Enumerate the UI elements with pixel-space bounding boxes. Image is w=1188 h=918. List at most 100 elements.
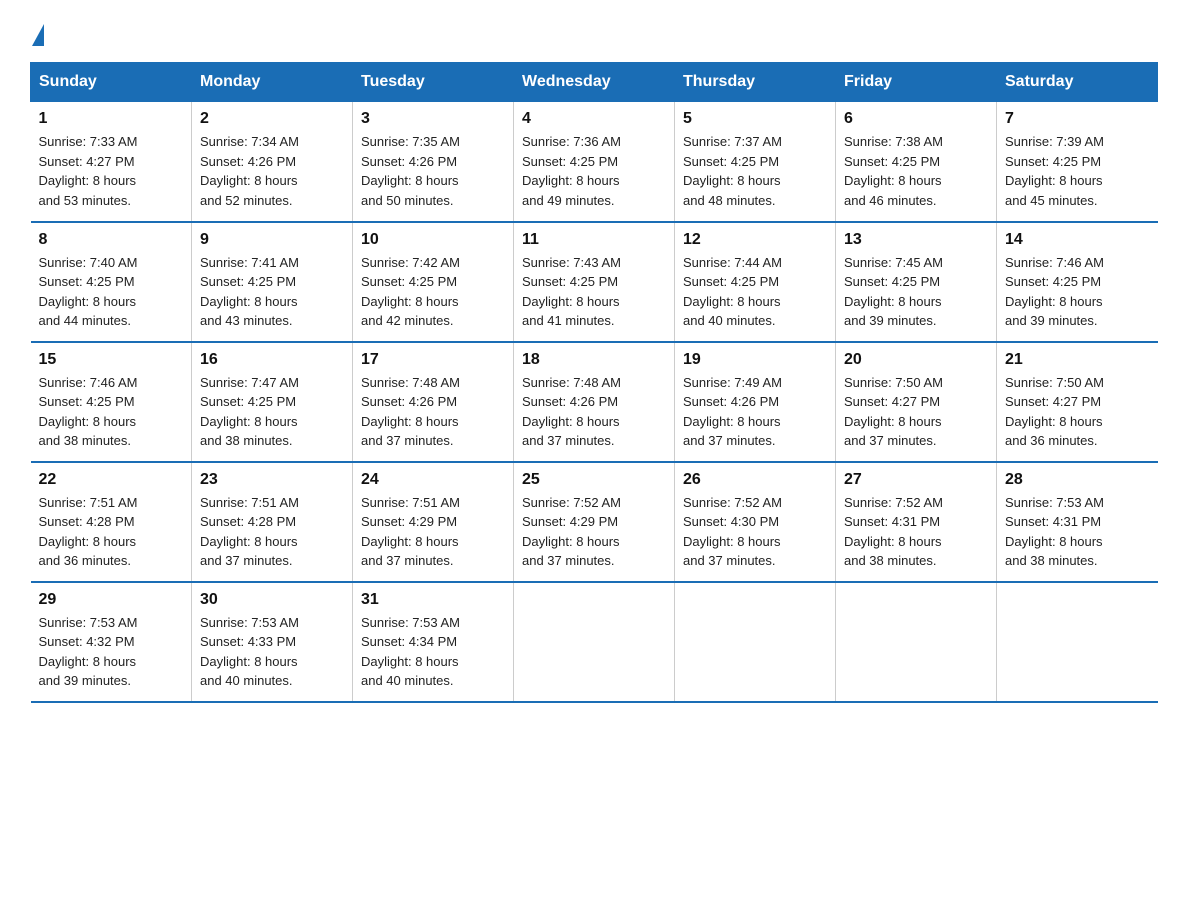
day-info: Sunrise: 7:46 AM Sunset: 4:25 PM Dayligh… [39, 373, 184, 451]
day-number: 19 [683, 351, 827, 369]
day-number: 13 [844, 231, 988, 249]
calendar-cell: 5 Sunrise: 7:37 AM Sunset: 4:25 PM Dayli… [675, 102, 836, 222]
day-info: Sunrise: 7:48 AM Sunset: 4:26 PM Dayligh… [522, 373, 666, 451]
calendar-cell: 22 Sunrise: 7:51 AM Sunset: 4:28 PM Dayl… [31, 462, 192, 582]
day-info: Sunrise: 7:46 AM Sunset: 4:25 PM Dayligh… [1005, 253, 1150, 331]
day-number: 27 [844, 471, 988, 489]
calendar-cell: 23 Sunrise: 7:51 AM Sunset: 4:28 PM Dayl… [192, 462, 353, 582]
calendar-cell [675, 582, 836, 702]
day-number: 28 [1005, 471, 1150, 489]
day-info: Sunrise: 7:34 AM Sunset: 4:26 PM Dayligh… [200, 132, 344, 210]
day-info: Sunrise: 7:53 AM Sunset: 4:31 PM Dayligh… [1005, 493, 1150, 571]
calendar-cell: 17 Sunrise: 7:48 AM Sunset: 4:26 PM Dayl… [353, 342, 514, 462]
calendar-cell: 26 Sunrise: 7:52 AM Sunset: 4:30 PM Dayl… [675, 462, 836, 582]
calendar-cell: 2 Sunrise: 7:34 AM Sunset: 4:26 PM Dayli… [192, 102, 353, 222]
calendar-cell: 6 Sunrise: 7:38 AM Sunset: 4:25 PM Dayli… [836, 102, 997, 222]
day-info: Sunrise: 7:38 AM Sunset: 4:25 PM Dayligh… [844, 132, 988, 210]
calendar-cell: 24 Sunrise: 7:51 AM Sunset: 4:29 PM Dayl… [353, 462, 514, 582]
weekday-header-thursday: Thursday [675, 63, 836, 102]
day-info: Sunrise: 7:50 AM Sunset: 4:27 PM Dayligh… [844, 373, 988, 451]
day-number: 20 [844, 351, 988, 369]
calendar-week-row: 15 Sunrise: 7:46 AM Sunset: 4:25 PM Dayl… [31, 342, 1158, 462]
day-number: 9 [200, 231, 344, 249]
calendar-cell: 29 Sunrise: 7:53 AM Sunset: 4:32 PM Dayl… [31, 582, 192, 702]
calendar-cell: 1 Sunrise: 7:33 AM Sunset: 4:27 PM Dayli… [31, 102, 192, 222]
calendar-cell: 31 Sunrise: 7:53 AM Sunset: 4:34 PM Dayl… [353, 582, 514, 702]
day-number: 15 [39, 351, 184, 369]
calendar-cell: 3 Sunrise: 7:35 AM Sunset: 4:26 PM Dayli… [353, 102, 514, 222]
day-number: 26 [683, 471, 827, 489]
calendar-cell: 8 Sunrise: 7:40 AM Sunset: 4:25 PM Dayli… [31, 222, 192, 342]
calendar-table: SundayMondayTuesdayWednesdayThursdayFrid… [30, 62, 1158, 703]
calendar-week-row: 29 Sunrise: 7:53 AM Sunset: 4:32 PM Dayl… [31, 582, 1158, 702]
calendar-cell: 15 Sunrise: 7:46 AM Sunset: 4:25 PM Dayl… [31, 342, 192, 462]
weekday-header-tuesday: Tuesday [353, 63, 514, 102]
calendar-cell: 13 Sunrise: 7:45 AM Sunset: 4:25 PM Dayl… [836, 222, 997, 342]
day-number: 21 [1005, 351, 1150, 369]
day-number: 3 [361, 110, 505, 128]
day-number: 30 [200, 591, 344, 609]
calendar-cell: 25 Sunrise: 7:52 AM Sunset: 4:29 PM Dayl… [514, 462, 675, 582]
logo [30, 20, 44, 42]
day-info: Sunrise: 7:43 AM Sunset: 4:25 PM Dayligh… [522, 253, 666, 331]
weekday-header-row: SundayMondayTuesdayWednesdayThursdayFrid… [31, 63, 1158, 102]
weekday-header-saturday: Saturday [997, 63, 1158, 102]
day-info: Sunrise: 7:44 AM Sunset: 4:25 PM Dayligh… [683, 253, 827, 331]
day-info: Sunrise: 7:51 AM Sunset: 4:28 PM Dayligh… [200, 493, 344, 571]
weekday-header-wednesday: Wednesday [514, 63, 675, 102]
calendar-cell: 18 Sunrise: 7:48 AM Sunset: 4:26 PM Dayl… [514, 342, 675, 462]
day-number: 14 [1005, 231, 1150, 249]
calendar-cell: 28 Sunrise: 7:53 AM Sunset: 4:31 PM Dayl… [997, 462, 1158, 582]
calendar-cell: 30 Sunrise: 7:53 AM Sunset: 4:33 PM Dayl… [192, 582, 353, 702]
day-number: 8 [39, 231, 184, 249]
day-info: Sunrise: 7:40 AM Sunset: 4:25 PM Dayligh… [39, 253, 184, 331]
day-info: Sunrise: 7:52 AM Sunset: 4:29 PM Dayligh… [522, 493, 666, 571]
day-number: 29 [39, 591, 184, 609]
day-info: Sunrise: 7:51 AM Sunset: 4:28 PM Dayligh… [39, 493, 184, 571]
calendar-week-row: 8 Sunrise: 7:40 AM Sunset: 4:25 PM Dayli… [31, 222, 1158, 342]
day-number: 31 [361, 591, 505, 609]
calendar-cell: 7 Sunrise: 7:39 AM Sunset: 4:25 PM Dayli… [997, 102, 1158, 222]
calendar-cell: 20 Sunrise: 7:50 AM Sunset: 4:27 PM Dayl… [836, 342, 997, 462]
weekday-header-monday: Monday [192, 63, 353, 102]
day-info: Sunrise: 7:35 AM Sunset: 4:26 PM Dayligh… [361, 132, 505, 210]
weekday-header-friday: Friday [836, 63, 997, 102]
calendar-cell: 14 Sunrise: 7:46 AM Sunset: 4:25 PM Dayl… [997, 222, 1158, 342]
day-number: 22 [39, 471, 184, 489]
day-info: Sunrise: 7:50 AM Sunset: 4:27 PM Dayligh… [1005, 373, 1150, 451]
day-info: Sunrise: 7:53 AM Sunset: 4:33 PM Dayligh… [200, 613, 344, 691]
day-info: Sunrise: 7:52 AM Sunset: 4:30 PM Dayligh… [683, 493, 827, 571]
calendar-cell [836, 582, 997, 702]
day-number: 4 [522, 110, 666, 128]
day-number: 18 [522, 351, 666, 369]
day-info: Sunrise: 7:49 AM Sunset: 4:26 PM Dayligh… [683, 373, 827, 451]
day-number: 10 [361, 231, 505, 249]
calendar-cell: 27 Sunrise: 7:52 AM Sunset: 4:31 PM Dayl… [836, 462, 997, 582]
day-info: Sunrise: 7:53 AM Sunset: 4:32 PM Dayligh… [39, 613, 184, 691]
day-info: Sunrise: 7:42 AM Sunset: 4:25 PM Dayligh… [361, 253, 505, 331]
day-number: 12 [683, 231, 827, 249]
day-info: Sunrise: 7:36 AM Sunset: 4:25 PM Dayligh… [522, 132, 666, 210]
calendar-week-row: 22 Sunrise: 7:51 AM Sunset: 4:28 PM Dayl… [31, 462, 1158, 582]
day-info: Sunrise: 7:53 AM Sunset: 4:34 PM Dayligh… [361, 613, 505, 691]
page-header [30, 20, 1158, 42]
day-info: Sunrise: 7:37 AM Sunset: 4:25 PM Dayligh… [683, 132, 827, 210]
day-number: 2 [200, 110, 344, 128]
day-number: 24 [361, 471, 505, 489]
calendar-cell: 12 Sunrise: 7:44 AM Sunset: 4:25 PM Dayl… [675, 222, 836, 342]
day-number: 1 [39, 110, 184, 128]
logo-triangle-icon [32, 24, 44, 46]
day-number: 7 [1005, 110, 1150, 128]
calendar-cell: 19 Sunrise: 7:49 AM Sunset: 4:26 PM Dayl… [675, 342, 836, 462]
day-number: 16 [200, 351, 344, 369]
day-info: Sunrise: 7:51 AM Sunset: 4:29 PM Dayligh… [361, 493, 505, 571]
calendar-cell: 4 Sunrise: 7:36 AM Sunset: 4:25 PM Dayli… [514, 102, 675, 222]
day-info: Sunrise: 7:48 AM Sunset: 4:26 PM Dayligh… [361, 373, 505, 451]
day-number: 17 [361, 351, 505, 369]
calendar-cell [997, 582, 1158, 702]
day-info: Sunrise: 7:41 AM Sunset: 4:25 PM Dayligh… [200, 253, 344, 331]
day-number: 6 [844, 110, 988, 128]
day-number: 5 [683, 110, 827, 128]
day-info: Sunrise: 7:52 AM Sunset: 4:31 PM Dayligh… [844, 493, 988, 571]
calendar-cell: 9 Sunrise: 7:41 AM Sunset: 4:25 PM Dayli… [192, 222, 353, 342]
